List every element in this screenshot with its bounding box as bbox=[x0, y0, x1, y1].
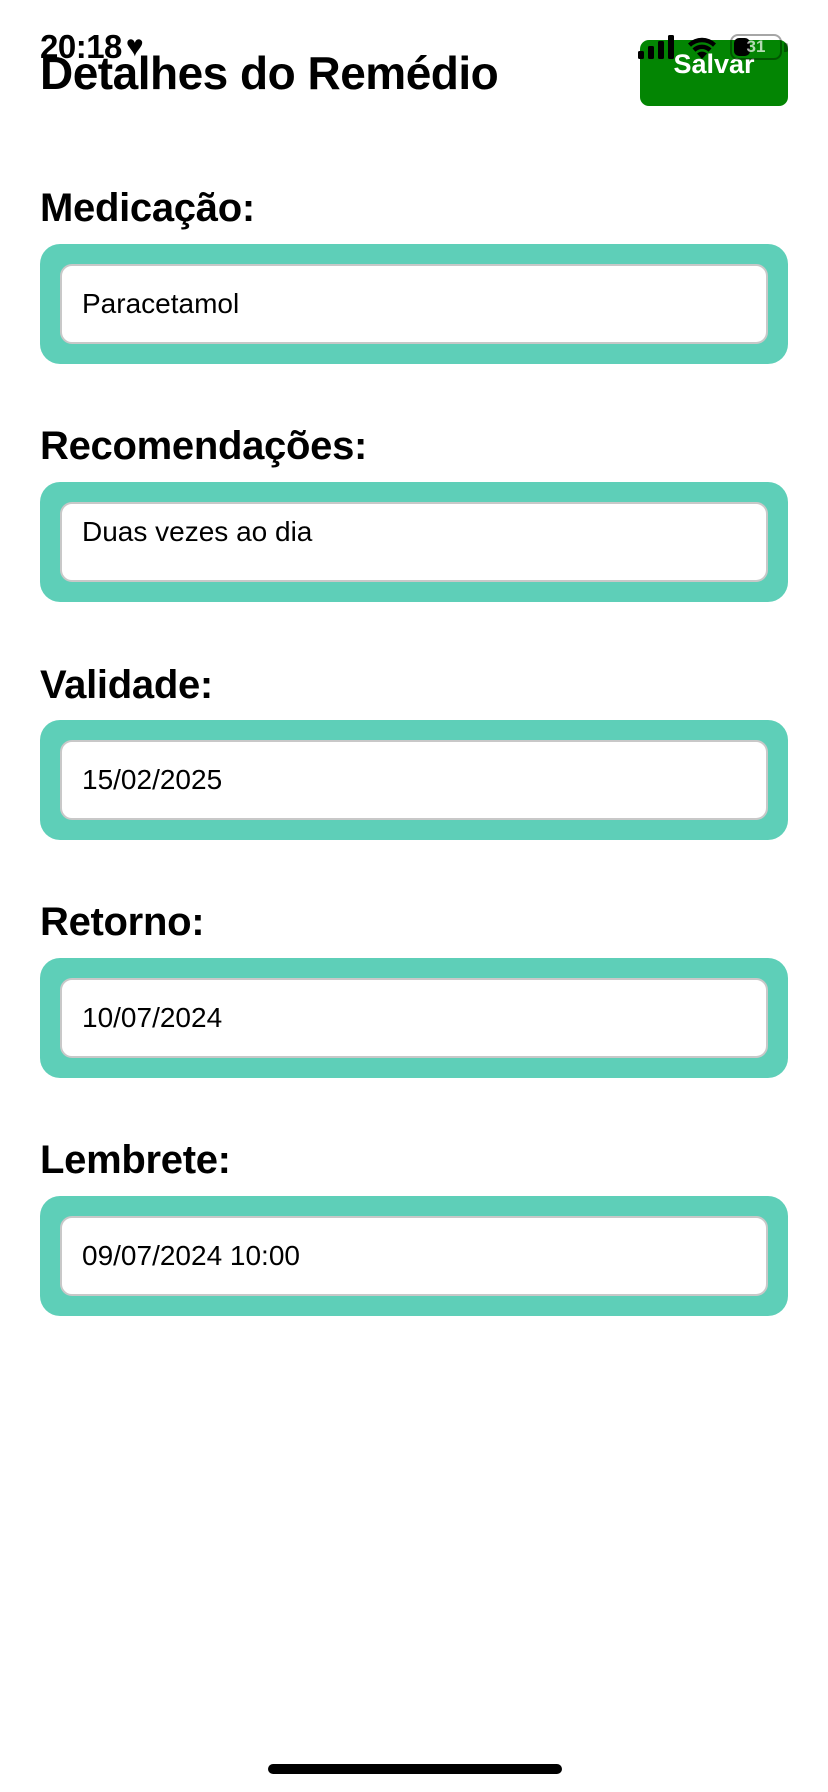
reminder-label: Lembrete: bbox=[40, 1138, 231, 1182]
recommendations-label: Recomendações: bbox=[40, 424, 368, 468]
return-field-container bbox=[40, 958, 788, 1078]
recommendations-field-container: Duas vezes ao dia bbox=[40, 482, 788, 602]
home-indicator[interactable] bbox=[268, 1764, 562, 1774]
reminder-field-container bbox=[40, 1196, 788, 1316]
battery-level-text: 31 bbox=[746, 37, 766, 56]
medication-label: Medicação: bbox=[40, 186, 255, 230]
wifi-icon bbox=[688, 37, 716, 59]
recommendations-input[interactable]: Duas vezes ao dia bbox=[60, 502, 768, 582]
status-bar-indicators: 31 bbox=[638, 34, 788, 60]
expiration-field-container bbox=[40, 720, 788, 840]
battery-icon: 31 bbox=[730, 34, 782, 60]
medication-details-screen: 20:18 ♥ 31 Detalhes do Remédio Salvar Me… bbox=[0, 0, 828, 1792]
expiration-date-input[interactable] bbox=[60, 740, 768, 820]
expiration-label: Validade: bbox=[40, 663, 213, 707]
medication-input[interactable] bbox=[60, 264, 768, 344]
reminder-datetime-input[interactable] bbox=[60, 1216, 768, 1296]
return-label: Retorno: bbox=[40, 900, 205, 944]
clock-text: 20:18 bbox=[40, 28, 122, 65]
medication-field-container bbox=[40, 244, 788, 364]
battery-tip bbox=[784, 42, 788, 52]
heart-icon: ♥ bbox=[125, 30, 144, 63]
cellular-signal-icon bbox=[638, 35, 674, 59]
return-date-input[interactable] bbox=[60, 978, 768, 1058]
status-bar-time: 20:18 ♥ bbox=[40, 28, 144, 66]
